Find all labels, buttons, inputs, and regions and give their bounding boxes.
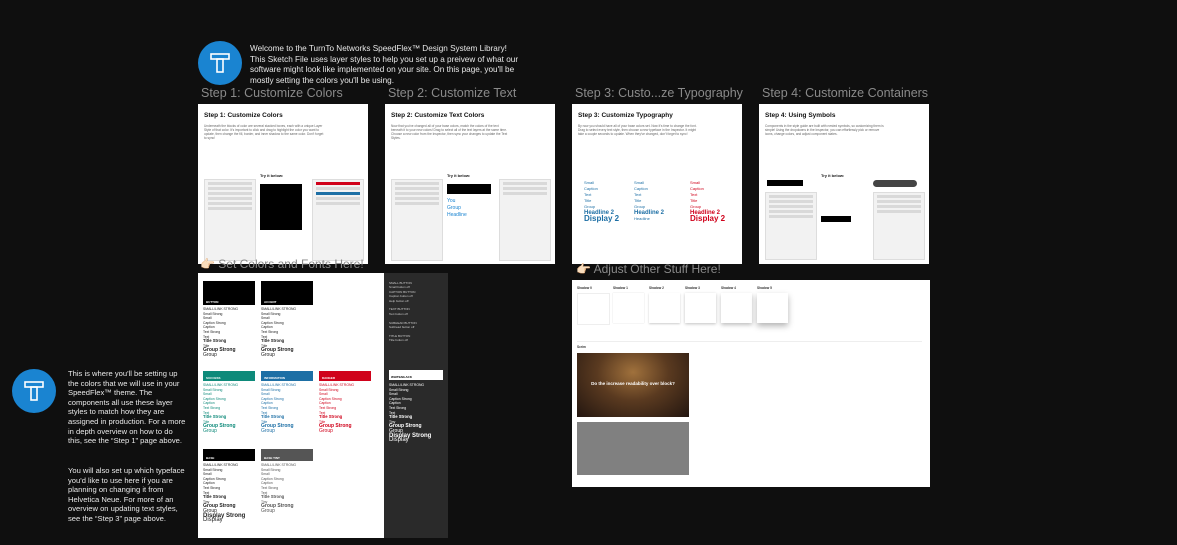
try-label: Try it below: bbox=[447, 173, 471, 178]
colors-artboard: BUTTON ACCENT SMALL/LINK STRONG Small Str… bbox=[198, 273, 384, 538]
side-note-para-2: You will also set up which typeface you'… bbox=[68, 466, 185, 523]
type-sample-right: Small Caption Text Title Group Headline 2 Disp… bbox=[690, 180, 726, 223]
shadow-label-4: Shadow 4 bbox=[721, 286, 736, 290]
swatch-label: DANGER bbox=[322, 376, 336, 380]
turnto-logo-icon-2 bbox=[12, 369, 56, 413]
inspector-preview bbox=[765, 192, 817, 260]
dark-style: Display bbox=[389, 437, 409, 444]
swatch-label: BASE bbox=[206, 456, 215, 460]
swatch-danger[interactable]: DANGER bbox=[319, 371, 371, 381]
shadow-label-5: Shadow 5 bbox=[757, 286, 772, 290]
dark-panel-swatch[interactable]: WHITE/BLACK bbox=[389, 370, 443, 380]
swatch-label: BASE TINT bbox=[264, 456, 280, 460]
swatch-accent[interactable]: ACCENT bbox=[261, 281, 313, 305]
card-title: Step 3: Customize Typography bbox=[578, 112, 673, 119]
step-3-card[interactable]: Step 3: Customize Typography By now you … bbox=[572, 104, 742, 264]
other-artboard: Shadow 0 Shadow 1 Shadow 2 Shadow 3 Shad… bbox=[572, 280, 930, 487]
display-label: Display bbox=[203, 517, 223, 524]
card-text: Components in the style guide are built … bbox=[765, 124, 884, 136]
inspector-preview bbox=[204, 179, 256, 261]
type-sample-mid: Small Caption Text Title Group Headline 2 Head… bbox=[634, 180, 665, 221]
type-list-1: SMALL/LINK STRONG Small Strong Small Captio… bbox=[203, 307, 239, 358]
scrim-image: Do the increase readability over block? bbox=[577, 353, 689, 417]
dark-panel: SMALL BUTTON Small button off CAPTION BUTT… bbox=[384, 273, 448, 538]
type-list-danger: SMALL/LINK STRONG Small Strong Small Captio… bbox=[319, 383, 355, 434]
card-title: Step 1: Customize Colors bbox=[204, 112, 283, 119]
type-sample-left: Small Caption Text Title Group Headline 2 Disp… bbox=[584, 180, 620, 223]
text-sample: You Group Headline bbox=[447, 198, 467, 218]
inspector-preview-2 bbox=[499, 179, 551, 261]
step-3-title: Step 3: Custo...ze Typography bbox=[575, 86, 743, 100]
group-label: Group bbox=[203, 351, 217, 358]
dark-panel-styles: SMALL/LINK STRONG Small Strong Small Captio… bbox=[389, 383, 432, 444]
step-4-card[interactable]: Step 4: Using Symbols Components in the … bbox=[759, 104, 929, 264]
scrim-label: Scrim bbox=[577, 345, 586, 349]
step-2-title: Step 2: Customize Text bbox=[388, 86, 517, 100]
intro-text: Welcome to the TurnTo Networks SpeedFlex… bbox=[250, 44, 519, 85]
swatch-base[interactable]: BASE bbox=[203, 449, 255, 461]
shadow-swatch-5[interactable] bbox=[757, 293, 788, 323]
type-list-success: SMALL/LINK STRONG Small Strong Small Captio… bbox=[203, 383, 239, 434]
swatch-base-tint[interactable]: BASE TINT bbox=[261, 449, 313, 461]
color-swatch-preview[interactable] bbox=[260, 184, 302, 230]
shadow-swatch-0[interactable] bbox=[577, 293, 610, 325]
swatch-label: ACCENT bbox=[264, 300, 277, 304]
card-text: Underneath the blocks of color are sever… bbox=[204, 124, 324, 140]
swatch-button[interactable]: BUTTON bbox=[203, 281, 255, 305]
text-preview-block bbox=[447, 184, 491, 194]
shadow-swatch-2[interactable] bbox=[649, 293, 680, 323]
inspector-preview-2 bbox=[312, 179, 364, 261]
swatch-label: WHITE/BLACK bbox=[391, 375, 412, 379]
shadow-swatch-3[interactable] bbox=[685, 293, 716, 323]
turnto-logo-icon bbox=[198, 41, 242, 85]
type-list-information: SMALL/LINK STRONG Small Strong Small Captio… bbox=[261, 383, 297, 434]
section-colors-title: 👉🏻 Set Colors and Fonts Here! bbox=[200, 257, 364, 271]
inspector-preview bbox=[391, 179, 443, 261]
scrim-headline: Do the increase readability over block? bbox=[591, 381, 675, 386]
shadow-label-1: Shadow 1 bbox=[613, 286, 628, 290]
shadow-swatch-4[interactable] bbox=[721, 293, 752, 323]
swatch-information[interactable]: INFORMATION bbox=[261, 371, 313, 381]
shadow-label-3: Shadow 3 bbox=[685, 286, 700, 290]
step-2-card[interactable]: Step 2: Customize Text Colors Now that y… bbox=[385, 104, 555, 264]
section-other-title: 👉🏻 Adjust Other Stuff Here! bbox=[576, 262, 721, 276]
submit-preview[interactable] bbox=[821, 216, 851, 222]
shadow-swatch-1[interactable] bbox=[613, 293, 644, 323]
dark-style: Title Strong bbox=[389, 414, 413, 420]
type-list-base-tint: SMALL/LINK STRONG Small Strong Small Captio… bbox=[261, 463, 297, 514]
card-text: Now that you've changed all of your base… bbox=[391, 124, 508, 140]
swatch-label: INFORMATION bbox=[264, 376, 285, 380]
type-list-base: SMALL/LINK STRONG Small Strong Small Captio… bbox=[203, 463, 246, 524]
shadow-label-0: Shadow 0 bbox=[577, 286, 592, 290]
try-label: Try it below: bbox=[260, 173, 284, 178]
dark-panel-buttons: SMALL BUTTON Small button off CAPTION BUTT… bbox=[389, 281, 417, 343]
step-1-title: Step 1: Customize Colors bbox=[201, 86, 343, 100]
step-4-title: Step 4: Customize Containers bbox=[762, 86, 929, 100]
card-title: Step 4: Using Symbols bbox=[765, 112, 836, 119]
button-preview bbox=[767, 180, 803, 186]
swatch-success[interactable]: SUCCESS bbox=[203, 371, 255, 381]
scrim-gray-box bbox=[577, 422, 689, 475]
card-title: Step 2: Customize Text Colors bbox=[391, 112, 485, 119]
divider bbox=[577, 341, 922, 342]
side-note-para-1: This is where you'll be setting up the c… bbox=[68, 369, 186, 446]
shadow-label-2: Shadow 2 bbox=[649, 286, 664, 290]
swatch-label: SUCCESS bbox=[206, 376, 221, 380]
step-1-card[interactable]: Step 1: Customize Colors Underneath the … bbox=[198, 104, 368, 264]
card-text: By now you should have all of your base … bbox=[578, 124, 697, 136]
type-list-2: SMALL/LINK STRONG Small Strong Small Captio… bbox=[261, 307, 297, 358]
inspector-preview-2 bbox=[873, 192, 925, 260]
pill-preview bbox=[873, 180, 917, 187]
try-label: Try it below: bbox=[821, 173, 845, 178]
swatch-label: BUTTON bbox=[206, 300, 219, 304]
